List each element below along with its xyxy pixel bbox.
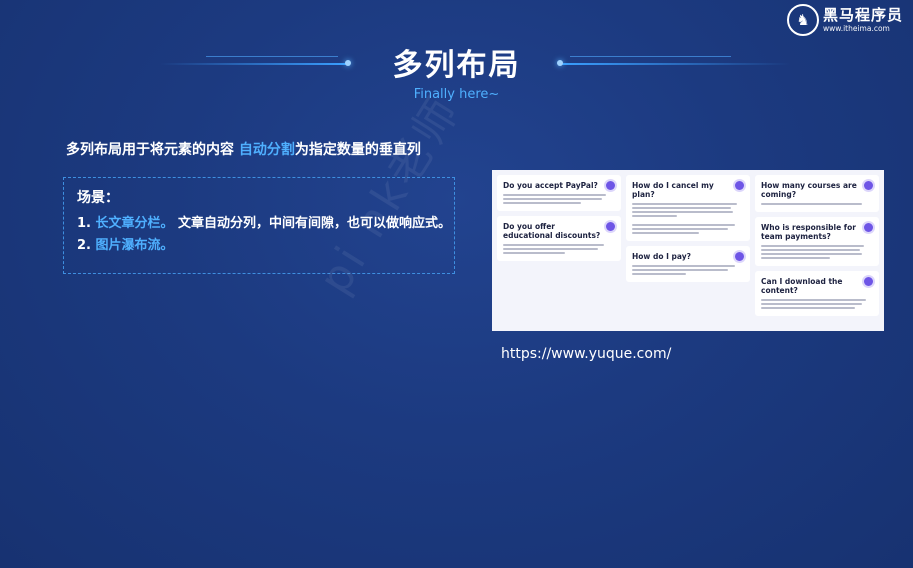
faq-card: How do I cancel my plan? [626, 175, 750, 241]
faq-card: Do you offer educational discounts? [497, 216, 621, 261]
faq-card: Can I download the content? [755, 271, 879, 316]
faq-question: Who is responsible for team payments? [761, 223, 856, 241]
scenario-item-text: 文章自动分列，中间有间隙，也可以做响应式。 [173, 216, 452, 231]
faq-card: Do you accept PayPal? [497, 175, 621, 211]
faq-answer-placeholder [632, 203, 744, 234]
description-highlight: 自动分割 [238, 142, 295, 158]
scenario-item-number: 1. [77, 216, 96, 231]
faq-card: How many courses are coming? [755, 175, 879, 212]
slide-title: 多列布局 [392, 48, 521, 83]
expand-icon [606, 181, 615, 190]
logo-url: www.itheima.com [822, 23, 890, 33]
logo: ♞ 黑马程序员 www.itheima.com [786, 4, 903, 36]
expand-icon [735, 252, 744, 261]
faq-screenshot: Do you accept PayPal? Do you offer educa… [492, 170, 884, 331]
faq-question: Can I download the content? [761, 277, 843, 295]
faq-question: Do you offer educational discounts? [503, 222, 601, 240]
expand-icon [864, 223, 873, 232]
expand-icon [864, 277, 873, 286]
faq-column: How do I cancel my plan? How do I pay? [626, 175, 750, 326]
faq-column: Do you accept PayPal? Do you offer educa… [497, 175, 621, 326]
faq-question: How do I cancel my plan? [632, 181, 714, 199]
faq-answer-placeholder [761, 245, 873, 259]
scenario-item-number: 2. [77, 238, 96, 253]
faq-answer-placeholder [761, 299, 873, 309]
faq-answer-placeholder [632, 265, 744, 275]
expand-icon [606, 222, 615, 231]
faq-column: How many courses are coming? Who is resp… [755, 175, 879, 326]
scenario-item-highlight: 图片瀑布流。 [95, 238, 174, 253]
faq-answer-placeholder [503, 194, 615, 204]
faq-question: How many courses are coming? [761, 181, 857, 199]
faq-answer-placeholder [761, 203, 873, 205]
description-prefix: 多列布局用于将元素的内容 [66, 142, 239, 158]
description: 多列布局用于将元素的内容 自动分割为指定数量的垂直列 [66, 139, 421, 159]
slide-subtitle: Finally here~ [413, 87, 500, 102]
faq-answer-placeholder [503, 244, 615, 254]
faq-card: How do I pay? [626, 246, 750, 282]
horse-logo-icon: ♞ [786, 4, 819, 36]
faq-card: Who is responsible for team payments? [755, 217, 879, 266]
scenario-item-highlight: 长文章分栏。 [95, 216, 174, 231]
faq-question: Do you accept PayPal? [503, 181, 598, 190]
reference-link[interactable]: https://www.yuque.com/ [501, 346, 671, 362]
expand-icon [735, 181, 744, 190]
expand-icon [864, 181, 873, 190]
logo-name: 黑马程序员 [822, 5, 903, 24]
faq-question: How do I pay? [632, 252, 691, 261]
